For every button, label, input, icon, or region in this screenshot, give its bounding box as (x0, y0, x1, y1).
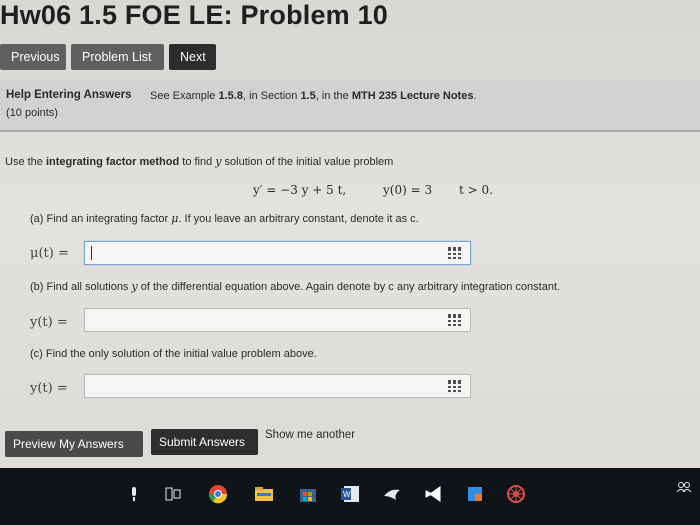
example-number: 1.5.8 (218, 90, 243, 102)
bird-icon[interactable] (381, 483, 403, 505)
previous-button[interactable]: Previous (0, 44, 66, 70)
mu-input[interactable] (84, 241, 471, 265)
preview-answers-button[interactable]: Preview My Answers (5, 431, 143, 457)
part-b-pre: (b) Find all solutions (30, 281, 132, 293)
problem-intro: Use the integrating factor method to fin… (5, 155, 393, 168)
file-explorer-icon[interactable] (253, 483, 275, 505)
label-y-general: y(t) = (30, 315, 68, 330)
part-b-post: of the differential equation above. Agai… (137, 281, 561, 293)
blue-app-icon[interactable] (464, 483, 486, 505)
intro-bold: integrating factor method (45, 156, 180, 168)
y-particular-input[interactable] (84, 374, 471, 398)
part-b-text: (b) Find all solutions y of the differen… (30, 280, 560, 293)
chrome-icon[interactable] (207, 483, 229, 505)
see-prefix: See Example (150, 90, 219, 102)
task-view-icon[interactable] (162, 483, 184, 505)
problem-list-button[interactable]: Problem List (71, 44, 164, 70)
word-icon[interactable]: W (339, 483, 361, 505)
label-y-particular: y(t) = (30, 381, 68, 396)
equation-editor-icon[interactable] (448, 314, 462, 326)
page-title: Hw06 1.5 FOE LE: Problem 10 (0, 0, 389, 30)
points: (10 points) (6, 107, 58, 119)
see-mid2: , in the (315, 90, 352, 102)
text-cursor (91, 246, 92, 260)
see-mid: , in Section (242, 90, 301, 102)
store-icon[interactable] (297, 483, 319, 505)
see-end: . (473, 90, 477, 102)
section-number: 1.5 (300, 90, 316, 102)
lecture-notes-link[interactable]: MTH 235 Lecture Notes (352, 90, 474, 102)
show-another-link[interactable]: Show me another (265, 429, 355, 441)
people-icon[interactable] (673, 476, 695, 498)
label-mu: μ(t) = (30, 246, 69, 261)
next-button[interactable]: Next (169, 44, 216, 70)
help-entering-answers-link[interactable]: Help Entering Answers (6, 89, 131, 101)
taskbar: W (0, 468, 700, 525)
visual-studio-icon[interactable] (422, 483, 444, 505)
domain-condition: t > 0. (459, 183, 493, 197)
intro-pre: Use the (5, 156, 46, 168)
spider-icon[interactable] (505, 483, 527, 505)
equation-editor-icon[interactable] (448, 247, 462, 259)
part-c-text: (c) Find the only solution of the initia… (30, 348, 317, 360)
y-general-input[interactable] (84, 308, 471, 332)
help-bar: Help Entering Answers See Example 1.5.8,… (0, 80, 700, 132)
help-reference: See Example 1.5.8, in Section 1.5, in th… (150, 90, 477, 102)
equation: y′ = −3 y + 5 t, (253, 183, 347, 197)
part-a-post: . If you leave an arbitrary constant, de… (178, 213, 419, 225)
part-a-text: (a) Find an integrating factor μ. If you… (30, 212, 419, 225)
svg-text:W: W (343, 490, 351, 499)
intro-post: solution of the initial value problem (221, 156, 394, 168)
mic-icon[interactable] (123, 483, 145, 505)
submit-answers-button[interactable]: Submit Answers (151, 429, 258, 455)
part-a-pre: (a) Find an integrating factor (30, 213, 172, 225)
equation-editor-icon[interactable] (448, 380, 462, 392)
intro-mid: to find (179, 156, 216, 168)
initial-condition: y(0) = 3 (383, 183, 433, 197)
